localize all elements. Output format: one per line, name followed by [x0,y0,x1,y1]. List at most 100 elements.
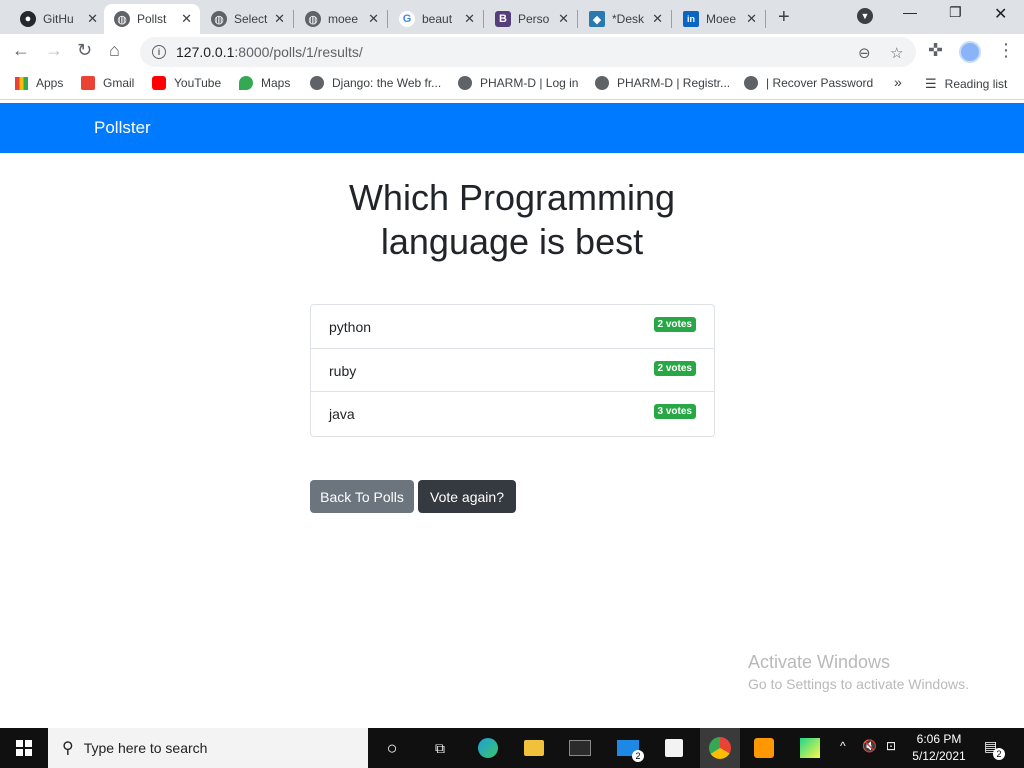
tab-moee[interactable]: ◍ moee ✕ [295,4,387,34]
tab-pollster[interactable]: ◍ Pollst ✕ [104,4,200,34]
list-item: ruby 2 votes [311,349,714,392]
tab-separator [387,10,388,28]
watermark-title: Activate Windows [748,652,891,672]
pycharm-icon[interactable] [798,736,822,760]
close-tab-icon[interactable]: ✕ [652,11,663,27]
vote-again-button[interactable]: Vote again? [418,480,516,513]
brand-link[interactable]: Pollster [94,118,151,138]
bookmark-pharmd-register[interactable]: PHARM-D | Registr... [595,76,730,90]
tab-search-icon[interactable]: ▼ [857,8,873,24]
close-tab-icon[interactable]: ✕ [87,11,98,27]
volume-muted-icon[interactable]: 🔇 [862,739,877,753]
globe-icon [744,76,758,90]
bookmark-maps[interactable]: Maps [239,76,290,90]
bookmarks-bar: Apps Gmail YouTube Maps Django: the Web … [0,70,1024,100]
bookmark-youtube[interactable]: YouTube [152,76,221,90]
start-button[interactable] [0,728,48,768]
bookmark-pharmd-login[interactable]: PHARM-D | Log in [458,76,578,90]
bookmark-recover-password[interactable]: | Recover Password [744,76,873,90]
extensions-icon[interactable]: ✜ [928,40,943,61]
taskbar-search-box[interactable]: ⚲ Type here to search [48,728,368,768]
home-icon[interactable]: ⌂ [109,40,120,61]
more-bookmarks-button[interactable]: » [894,74,902,90]
bookmark-star-icon[interactable]: ☆ [890,44,903,62]
bootstrap-icon: B [495,11,511,27]
tab-select[interactable]: ◍ Select ✕ [201,4,293,34]
task-view-icon[interactable]: ⧉ [428,736,452,760]
globe-icon: ◍ [114,11,130,27]
windows-taskbar: ⚲ Type here to search ○ ⧉ 2 ^ 🔇 ⊡ 6:06 P… [0,728,1024,768]
url-text: 127.0.0.1:8000/polls/1/results/ [176,44,363,60]
network-icon[interactable]: ⊡ [886,739,896,753]
github-icon: ● [20,11,36,27]
site-info-icon[interactable]: i [152,45,166,59]
notifications-badge: 2 [993,748,1005,760]
apps-grid-icon [15,76,28,90]
bookmark-gmail[interactable]: Gmail [81,76,134,90]
maps-icon [239,76,253,90]
edge-icon[interactable] [476,736,500,760]
globe-icon [458,76,472,90]
bookmark-apps[interactable]: Apps [15,76,63,90]
sublime-text-icon[interactable] [752,736,776,760]
back-arrow-icon[interactable]: ← [12,40,30,61]
close-tab-icon[interactable]: ✕ [368,11,379,27]
tab-linkedin[interactable]: in Moee ✕ [673,4,765,34]
globe-icon: ◍ [211,11,227,27]
back-to-polls-button[interactable]: Back To Polls [310,480,414,513]
chrome-taskbar-icon[interactable] [700,728,740,768]
votes-badge: 2 votes [653,360,696,376]
close-tab-icon[interactable]: ✕ [181,11,192,27]
menu-kebab-icon[interactable]: ⋮ [997,40,1015,61]
site-navbar: Pollster [0,103,1024,153]
browser-toolbar: ← → ↻ ⌂ i 127.0.0.1:8000/polls/1/results… [0,34,1024,70]
minimize-icon[interactable]: — [903,4,917,20]
close-tab-icon[interactable]: ✕ [274,11,285,27]
design-icon: ◆ [589,11,605,27]
close-tab-icon[interactable]: ✕ [558,11,569,27]
tab-bootstrap[interactable]: B Perso ✕ [485,4,577,34]
zoom-icon[interactable]: ⊖ [858,44,871,62]
close-window-icon[interactable]: ✕ [994,4,1007,24]
tab-github[interactable]: ● GitHu ✕ [10,4,106,34]
youtube-icon [152,76,166,90]
choice-label: python [329,319,372,335]
globe-icon: ◍ [305,11,321,27]
close-tab-icon[interactable]: ✕ [464,11,475,27]
store-icon[interactable] [662,736,686,760]
cortana-icon[interactable]: ○ [380,736,404,760]
reading-list-button[interactable]: ☰ Reading list [925,76,1007,92]
tab-separator [671,10,672,28]
poll-question: Which Programming language is best [348,177,676,262]
profile-avatar[interactable] [959,41,981,63]
restore-icon[interactable]: ❐ [949,4,962,21]
results-list: python 2 votes ruby 2 votes java 3 votes [310,304,715,437]
tab-separator [765,10,766,28]
gmail-icon [81,76,95,90]
show-hidden-icons[interactable]: ^ [840,739,846,753]
close-tab-icon[interactable]: ✕ [746,11,757,27]
google-icon: G [399,11,415,27]
list-item: python 2 votes [311,305,714,349]
list-item: java 3 votes [311,392,714,436]
reload-icon[interactable]: ↻ [77,40,92,61]
tab-desk[interactable]: ◆ *Desk ✕ [579,4,671,34]
tab-google-search[interactable]: G beaut ✕ [389,4,483,34]
system-clock[interactable]: 6:06 PM 5/12/2021 [906,731,972,765]
choice-label: java [329,406,355,422]
mail-badge: 2 [632,750,644,762]
terminal-icon[interactable] [568,736,592,760]
address-bar[interactable]: i 127.0.0.1:8000/polls/1/results/ ⊖ ☆ [140,37,916,67]
new-tab-button[interactable]: + [778,6,790,29]
activate-windows-watermark: Activate Windows Go to Settings to activ… [748,652,969,692]
tab-separator [483,10,484,28]
watermark-subtitle: Go to Settings to activate Windows. [748,676,969,692]
file-explorer-icon[interactable] [522,736,546,760]
globe-icon [310,76,324,90]
votes-badge: 2 votes [653,317,696,332]
votes-badge: 3 votes [653,404,696,419]
linkedin-icon: in [683,11,699,27]
forward-arrow-icon[interactable]: → [45,40,63,61]
mail-icon[interactable]: 2 [616,736,644,762]
bookmark-django[interactable]: Django: the Web fr... [310,76,441,90]
